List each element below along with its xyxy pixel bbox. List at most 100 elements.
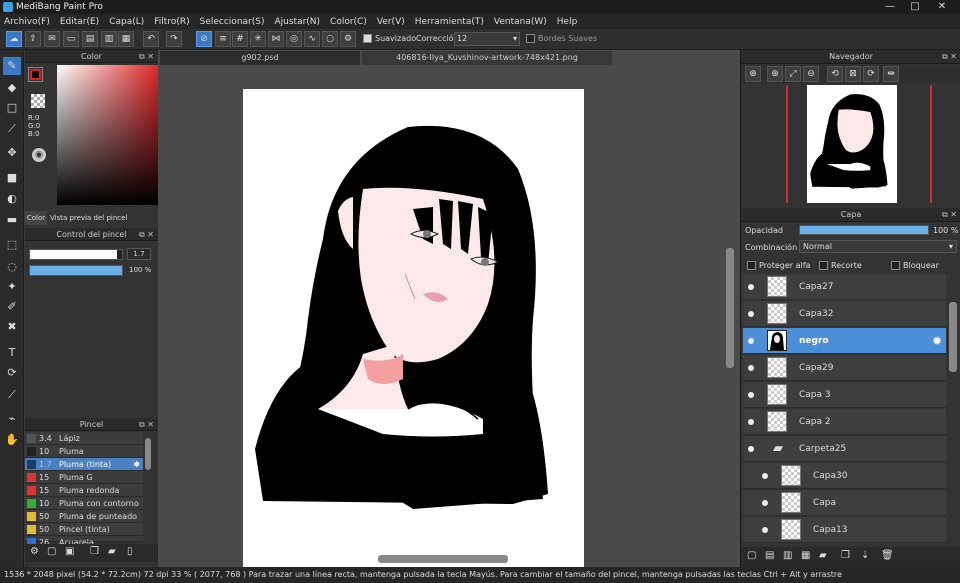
brush-options-icon[interactable]: ▣: [65, 546, 74, 557]
hand-tool-icon[interactable]: ✋: [3, 431, 21, 449]
clip-checkbox[interactable]: [819, 261, 828, 271]
page-icon[interactable]: ▤: [82, 31, 98, 47]
layer-folder[interactable]: ▰ Carpeta25: [743, 436, 946, 462]
eyedropper-tool-icon[interactable]: ⌁: [3, 410, 21, 428]
copy-brush-icon[interactable]: ❐: [90, 546, 99, 557]
text-tool-icon[interactable]: T: [3, 344, 21, 362]
correccion-select[interactable]: 12 ▾: [454, 32, 520, 46]
bucket-tool-icon[interactable]: ◐: [3, 190, 21, 208]
eye-icon[interactable]: [762, 500, 768, 506]
layer-item[interactable]: Capa30: [743, 463, 946, 489]
move-tool-icon[interactable]: ✥: [3, 144, 21, 162]
snap-off-icon[interactable]: ⊘: [196, 31, 212, 47]
comment-icon[interactable]: ✉: [44, 31, 60, 47]
brush-item[interactable]: 3.4 Lápiz: [25, 432, 143, 445]
magic-wand-tool-icon[interactable]: ✦: [3, 278, 21, 296]
saturation-value-picker[interactable]: [57, 65, 162, 205]
menu-herramienta[interactable]: Herramienta(T): [415, 17, 484, 27]
brush-item[interactable]: 15 Pluma G: [25, 471, 143, 484]
tab-color[interactable]: Color: [25, 211, 47, 225]
delete-brush-icon[interactable]: ▯: [127, 546, 133, 557]
eye-icon[interactable]: [748, 284, 754, 290]
brush-size-slider[interactable]: [29, 249, 123, 260]
curve-snap-icon[interactable]: ∿: [304, 31, 320, 47]
menu-capa[interactable]: Capa(L): [109, 17, 144, 27]
new-layer-icon[interactable]: ▢: [747, 550, 756, 561]
layer-opacity-slider[interactable]: [799, 225, 929, 235]
menu-ver[interactable]: Ver(V): [377, 17, 405, 27]
brush-item[interactable]: 26 Acuarela: [25, 536, 143, 547]
chat-icon[interactable]: ▭: [63, 31, 79, 47]
zoom-out-icon[interactable]: ⊖: [803, 66, 819, 82]
navigator-preview[interactable]: [807, 85, 897, 203]
layer-item[interactable]: Capa: [743, 490, 946, 516]
panel-close-icon[interactable]: ⧉ ✕: [942, 208, 957, 221]
grid-icon[interactable]: ▦: [118, 31, 134, 47]
divide-tool-icon[interactable]: ⟋: [3, 386, 21, 404]
lasso-tool-icon[interactable]: ◌: [3, 258, 21, 276]
menu-seleccionar[interactable]: Seleccionar(S): [200, 17, 265, 27]
bordes-checkbox[interactable]: [526, 34, 535, 44]
merge-down-icon[interactable]: ⇣: [861, 550, 869, 561]
flip-icon[interactable]: ⇹: [883, 66, 899, 82]
document-icon[interactable]: ▥: [101, 31, 117, 47]
reset-icon[interactable]: ⊠: [845, 66, 861, 82]
eye-icon[interactable]: [748, 338, 754, 344]
upload-icon[interactable]: ⇪: [25, 31, 41, 47]
menu-help[interactable]: Help: [557, 17, 578, 27]
select-pen-tool-icon[interactable]: ✐: [3, 298, 21, 316]
rect-select-tool-icon[interactable]: □: [3, 99, 21, 117]
eye-icon[interactable]: [762, 527, 768, 533]
canvas-area[interactable]: g902.psd 406816-Ilya_Kuvshinov-artwork-7…: [158, 50, 740, 567]
blend-mode-select[interactable]: Normal ▾: [799, 240, 957, 253]
canvas-vertical-scrollbar[interactable]: [726, 248, 734, 368]
menu-archivo[interactable]: Archivo(F): [4, 17, 50, 27]
brush-item[interactable]: 1.7 Pluma (tinta) ✱: [25, 458, 143, 471]
rotate-icon[interactable]: ⟲: [827, 66, 843, 82]
eraser-tool-icon[interactable]: ◆: [3, 79, 21, 97]
zoom-in-2-icon[interactable]: ⊕: [767, 66, 783, 82]
layer-settings-icon[interactable]: ✹: [932, 328, 942, 354]
redo-icon[interactable]: ↷: [166, 31, 182, 47]
delete-layer-icon[interactable]: 🗑: [881, 550, 894, 561]
new-layer-8bit-icon[interactable]: ▤: [765, 550, 774, 561]
brush-item[interactable]: 10 Pluma: [25, 445, 143, 458]
panel-close-icon[interactable]: ⧉ ✕: [942, 50, 957, 63]
suavizado-checkbox[interactable]: [363, 34, 372, 44]
rotate-right-icon[interactable]: ⟳: [863, 66, 879, 82]
layer-item[interactable]: Capa 2: [743, 409, 946, 435]
circle-snap-icon[interactable]: ◎: [286, 31, 302, 47]
eye-icon[interactable]: [762, 473, 768, 479]
new-layer-1bit-icon[interactable]: ▥: [783, 550, 792, 561]
halftone-layer-icon[interactable]: ▦: [801, 550, 810, 561]
menu-editar[interactable]: Editar(E): [60, 17, 99, 27]
cloud-icon[interactable]: ☁: [6, 31, 22, 47]
brush-size-value[interactable]: 1.7: [127, 248, 151, 260]
layer-item[interactable]: Capa32: [743, 301, 946, 327]
undo-icon[interactable]: ↶: [143, 31, 159, 47]
background-color-swatch[interactable]: [31, 94, 45, 108]
panel-close-icon[interactable]: ⧉ ✕: [139, 50, 154, 63]
parallel-snap-icon[interactable]: ≡: [215, 31, 231, 47]
new-brush-icon[interactable]: ▢: [47, 546, 56, 557]
layer-item[interactable]: negro ✹: [743, 328, 946, 354]
menu-ajustar[interactable]: Ajustar(N): [274, 17, 320, 27]
zoom-in-icon[interactable]: ⊕: [745, 66, 761, 82]
minimize-button[interactable]: —: [880, 0, 900, 14]
duplicate-layer-icon[interactable]: ❐: [841, 550, 850, 561]
drawing-canvas[interactable]: [243, 89, 584, 567]
fill-rect-tool-icon[interactable]: ■: [3, 169, 21, 187]
settings-snap-icon[interactable]: ⚙: [340, 31, 356, 47]
menu-ventana[interactable]: Ventana(W): [494, 17, 547, 27]
protect-alpha-checkbox[interactable]: [747, 261, 756, 271]
grid-snap-icon[interactable]: #: [232, 31, 248, 47]
tab-brush-preview[interactable]: Vista previa del pincel: [50, 211, 127, 225]
canvas-horizontal-scrollbar[interactable]: [378, 555, 508, 563]
perspective-snap-icon[interactable]: ⋈: [268, 31, 284, 47]
eye-icon[interactable]: [748, 311, 754, 317]
menu-color[interactable]: Color(C): [330, 17, 367, 27]
brush-item[interactable]: 50 Pluma de punteado: [25, 510, 143, 523]
eye-icon[interactable]: [748, 365, 754, 371]
panel-close-icon[interactable]: ⧉ ✕: [139, 228, 154, 241]
lock-checkbox[interactable]: [891, 261, 900, 271]
